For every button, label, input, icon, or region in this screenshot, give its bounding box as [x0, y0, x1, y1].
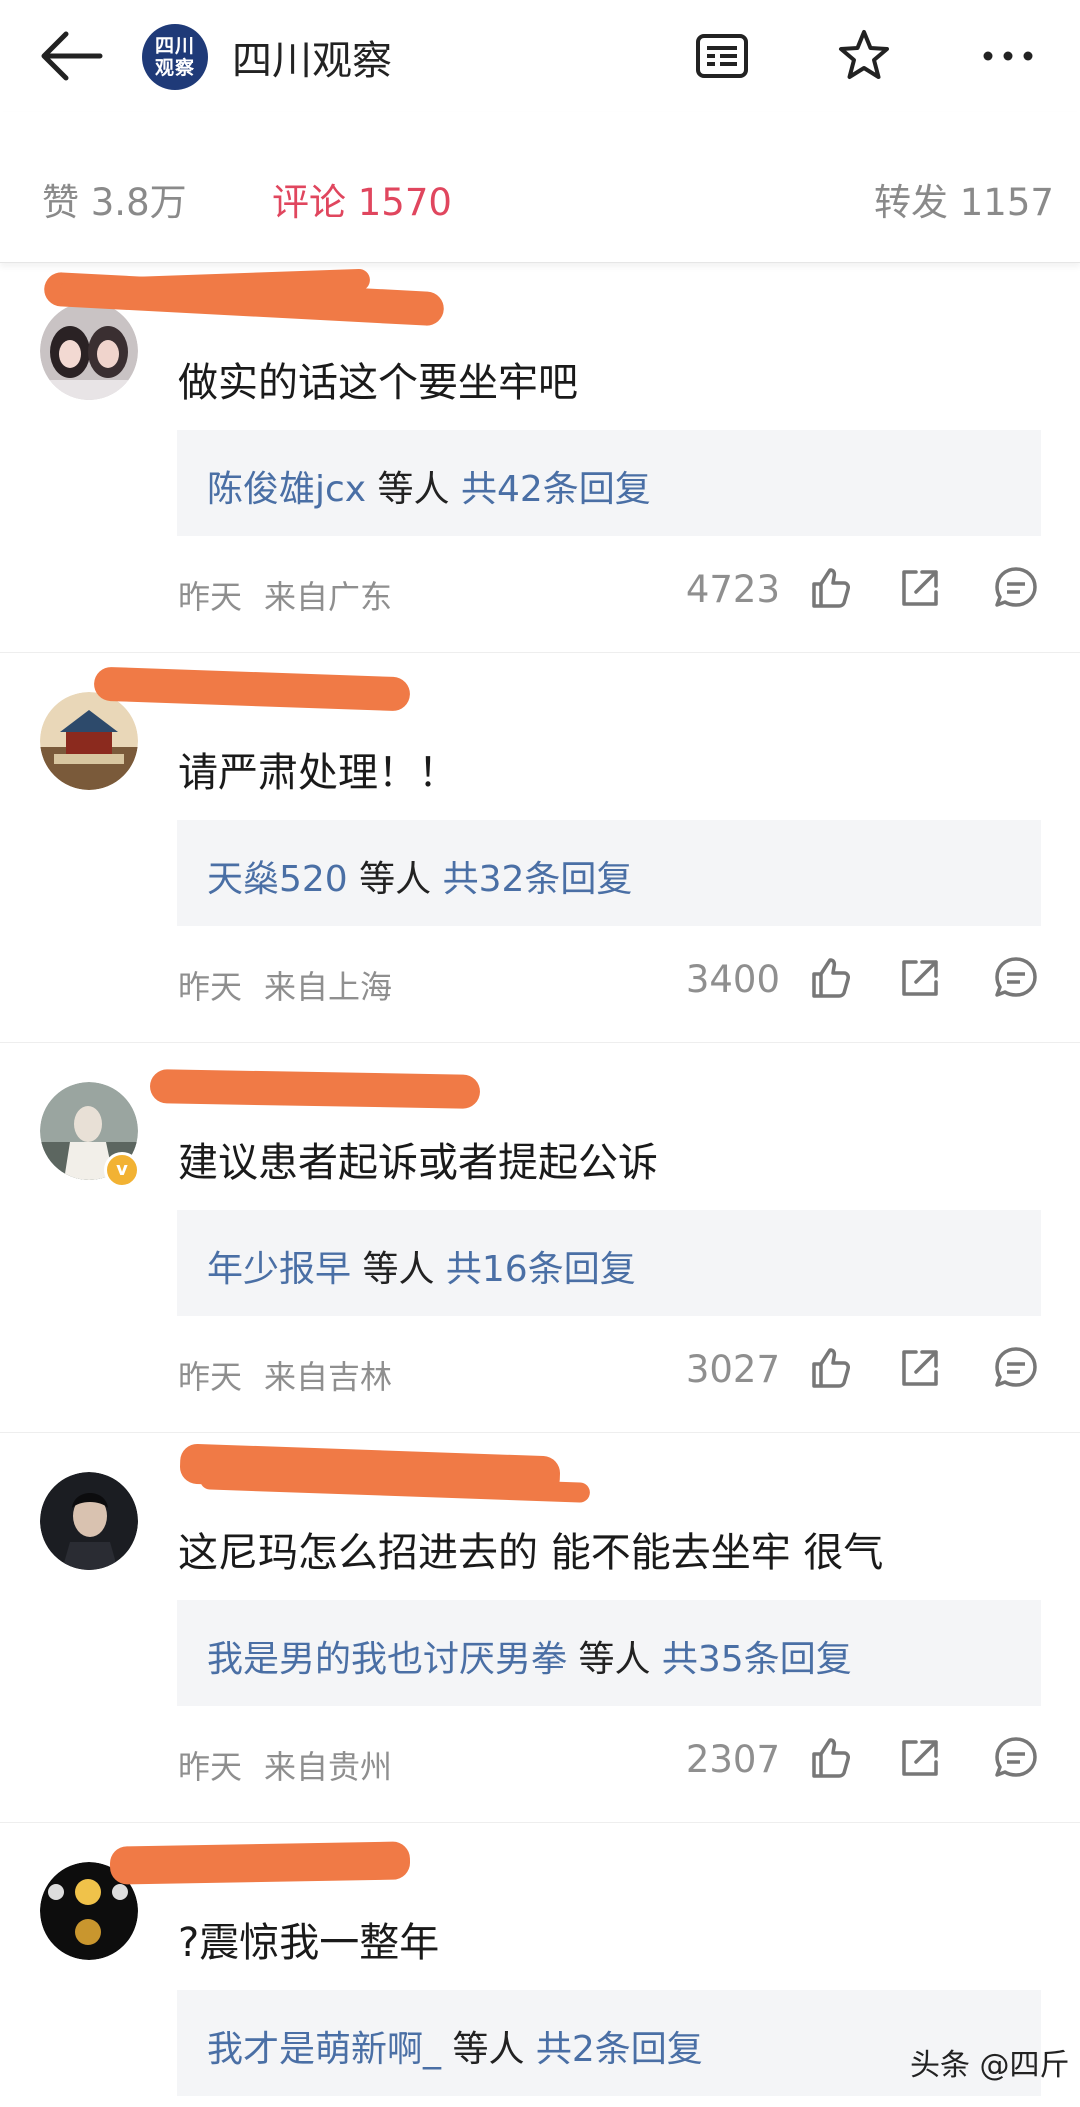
more-icon[interactable] [978, 26, 1038, 86]
share-icon[interactable] [896, 1734, 944, 1782]
comment-icon[interactable] [992, 954, 1040, 1002]
comment-icon[interactable] [992, 1344, 1040, 1392]
back-arrow-icon[interactable] [36, 24, 106, 88]
avatar[interactable] [40, 302, 138, 400]
logo-line1: 四川 [154, 35, 195, 57]
share-icon[interactable] [896, 954, 944, 1002]
reply-author[interactable]: 天燊520 [207, 859, 348, 900]
avatar[interactable] [40, 1472, 138, 1570]
comment-time: 昨天 [178, 968, 243, 1006]
redacted-username [109, 1841, 411, 1885]
redacted-username [149, 1069, 481, 1109]
comment-text: 这尼玛怎么招进去的 能不能去坐牢 很气 [178, 1530, 884, 1576]
comment-location: 来自吉林 [264, 1358, 393, 1396]
reply-label: 等人 [567, 1639, 662, 1680]
comment-item: 请严肃处理！！ 天燊520 等人 共32条回复 昨天 来自上海 3400 [0, 652, 1080, 1043]
reply-author[interactable]: 年少报早 [207, 1249, 351, 1290]
share-icon[interactable] [896, 1344, 944, 1392]
comment-text: 做实的话这个要坐牢吧 [178, 360, 578, 406]
account-name[interactable]: 四川观察 [232, 28, 392, 86]
tab-reposts[interactable]: 转发 1157 [874, 172, 1054, 226]
reply-label: 等人 [347, 859, 443, 900]
like-count: 2307 [685, 1738, 780, 1781]
reply-count[interactable]: 共32条回复 [443, 859, 633, 900]
reply-count[interactable]: 共16条回复 [446, 1249, 636, 1290]
reader-icon[interactable] [692, 26, 752, 86]
comment-meta: 昨天 来自广东 [178, 572, 414, 618]
reply-author[interactable]: 陈俊雄jcx [207, 469, 366, 510]
comment-location: 来自贵州 [264, 1748, 393, 1786]
thumbs-up-icon[interactable] [806, 954, 854, 1002]
account-logo[interactable]: 四川 观察 [142, 24, 208, 90]
reply-author[interactable]: 我是男的我也讨厌男拳 [207, 1639, 567, 1680]
like-count: 3400 [685, 958, 780, 1001]
comment-icon[interactable] [992, 564, 1040, 612]
redacted-username [93, 666, 411, 712]
comment-time: 昨天 [178, 1358, 243, 1396]
star-icon[interactable] [834, 26, 894, 86]
comment-item: v 建议患者起诉或者提起公诉 年少报早 等人 共16条回复 昨天 来自吉林 302… [0, 1042, 1080, 1433]
comment-text: 请严肃处理！！ [178, 750, 458, 796]
tab-comments[interactable]: 评论 1570 [272, 172, 452, 226]
like-count: 3027 [685, 1348, 780, 1391]
reply-preview[interactable]: 陈俊雄jcx 等人 共42条回复 [177, 430, 1041, 536]
comment-icon[interactable] [992, 1734, 1040, 1782]
reply-label: 等人 [351, 1249, 446, 1290]
comment-item: 做实的话这个要坐牢吧 陈俊雄jcx 等人 共42条回复 昨天 来自广东 4723 [0, 262, 1080, 653]
comment-meta: 昨天 来自吉林 [178, 1352, 414, 1398]
comment-text: ?震惊我一整年 [178, 1920, 440, 1966]
comment-location: 来自广东 [264, 578, 393, 616]
reply-preview[interactable]: 天燊520 等人 共32条回复 [177, 820, 1041, 926]
reply-count[interactable]: 共42条回复 [461, 469, 651, 510]
reply-label: 等人 [366, 469, 461, 510]
comment-location: 来自上海 [264, 968, 393, 1006]
watermark: 头条 @四斤 [910, 2048, 1070, 2083]
thumbs-up-icon[interactable] [806, 1344, 854, 1392]
like-count: 4723 [685, 568, 780, 611]
logo-line2: 观察 [154, 57, 195, 79]
comment-item: 这尼玛怎么招进去的 能不能去坐牢 很气 我是男的我也讨厌男拳 等人 共35条回复… [0, 1432, 1080, 1823]
comment-text: 建议患者起诉或者提起公诉 [178, 1140, 658, 1186]
comment-meta: 昨天 来自上海 [178, 962, 414, 1008]
reply-preview[interactable]: 年少报早 等人 共16条回复 [177, 1210, 1041, 1316]
reply-author[interactable]: 我才是萌新啊_ [207, 2029, 441, 2070]
tab-likes[interactable]: 赞 3.8万 [42, 172, 187, 226]
thumbs-up-icon[interactable] [806, 564, 854, 612]
comment-time: 昨天 [178, 578, 243, 616]
reply-label: 等人 [441, 2029, 536, 2070]
reply-count[interactable]: 共2条回复 [536, 2029, 703, 2070]
top-bar: 四川 观察 四川观察 [0, 0, 1080, 112]
verified-badge-icon: v [104, 1152, 140, 1188]
stats-bar: 赞 3.8万 评论 1570 转发 1157 [0, 112, 1080, 263]
comment-meta: 昨天 来自贵州 [178, 1742, 414, 1788]
avatar[interactable] [40, 692, 138, 790]
share-icon[interactable] [896, 564, 944, 612]
thumbs-up-icon[interactable] [806, 1734, 854, 1782]
reply-preview[interactable]: 我是男的我也讨厌男拳 等人 共35条回复 [177, 1600, 1041, 1706]
comment-time: 昨天 [178, 1748, 243, 1786]
reply-count[interactable]: 共35条回复 [662, 1639, 852, 1680]
